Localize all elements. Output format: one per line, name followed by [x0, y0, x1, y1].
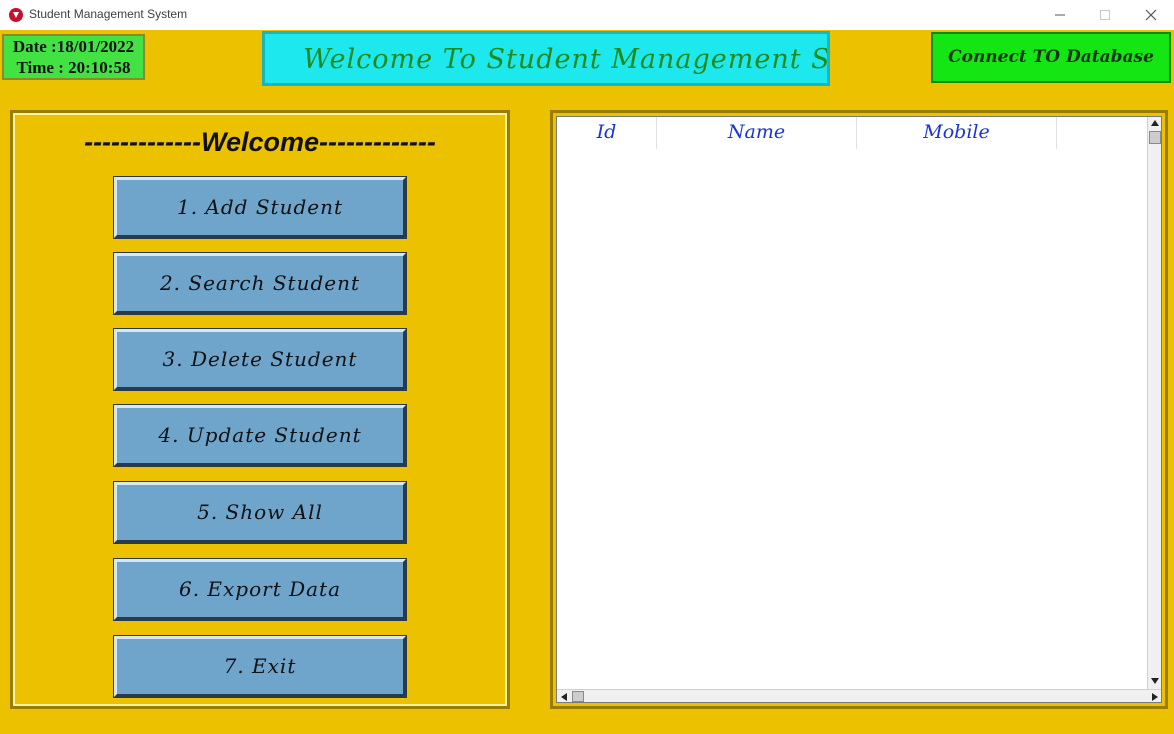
window-title: Student Management System	[29, 7, 188, 21]
scroll-right-icon[interactable]	[1152, 693, 1158, 701]
horizontal-scroll-thumb[interactable]	[572, 691, 584, 702]
student-table[interactable]: Id Name Mobile	[556, 116, 1162, 703]
maximize-button[interactable]	[1082, 0, 1128, 30]
student-table-panel: Id Name Mobile	[550, 110, 1168, 709]
add-student-button[interactable]: 1. Add Student	[114, 177, 406, 238]
horizontal-scrollbar[interactable]	[557, 689, 1161, 702]
connect-database-button[interactable]: Connect TO Database	[931, 32, 1171, 83]
app-shield-icon	[9, 8, 23, 22]
maximize-icon	[1100, 10, 1110, 20]
column-header-blank	[1057, 117, 1147, 149]
update-student-button[interactable]: 4. Update Student	[114, 405, 406, 466]
datetime-display: Date :18/01/2022 Time : 20:10:58	[2, 34, 145, 80]
minimize-icon	[1055, 14, 1065, 16]
menu-panel: -------------Welcome------------- 1. Add…	[10, 110, 510, 709]
column-header-id[interactable]: Id	[557, 117, 657, 149]
scroll-down-icon[interactable]	[1151, 678, 1159, 684]
close-button[interactable]	[1128, 0, 1174, 30]
title-bar: Student Management System	[0, 0, 1174, 30]
menu-heading: -------------Welcome-------------	[84, 127, 436, 157]
app-window: Student Management System Date :18/01/20…	[0, 0, 1174, 734]
search-student-button[interactable]: 2. Search Student	[114, 253, 406, 314]
time-label: Time : 20:10:58	[16, 58, 131, 77]
minimize-button[interactable]	[1037, 0, 1083, 30]
export-data-button[interactable]: 6. Export Data	[114, 559, 406, 620]
column-header-name[interactable]: Name	[657, 117, 857, 149]
vertical-scrollbar[interactable]	[1147, 117, 1161, 689]
banner-text: Welcome To Student Management Syst	[303, 44, 830, 75]
delete-student-button[interactable]: 3. Delete Student	[114, 329, 406, 390]
date-label: Date :18/01/2022	[12, 37, 135, 56]
scroll-left-icon[interactable]	[561, 693, 567, 701]
column-header-mobile[interactable]: Mobile	[857, 117, 1057, 149]
scroll-up-icon[interactable]	[1151, 120, 1159, 126]
vertical-scroll-thumb[interactable]	[1149, 131, 1161, 144]
show-all-button[interactable]: 5. Show All	[114, 482, 406, 543]
welcome-banner: Welcome To Student Management Syst	[262, 31, 830, 86]
exit-button[interactable]: 7. Exit	[114, 636, 406, 697]
close-icon	[1145, 9, 1157, 21]
